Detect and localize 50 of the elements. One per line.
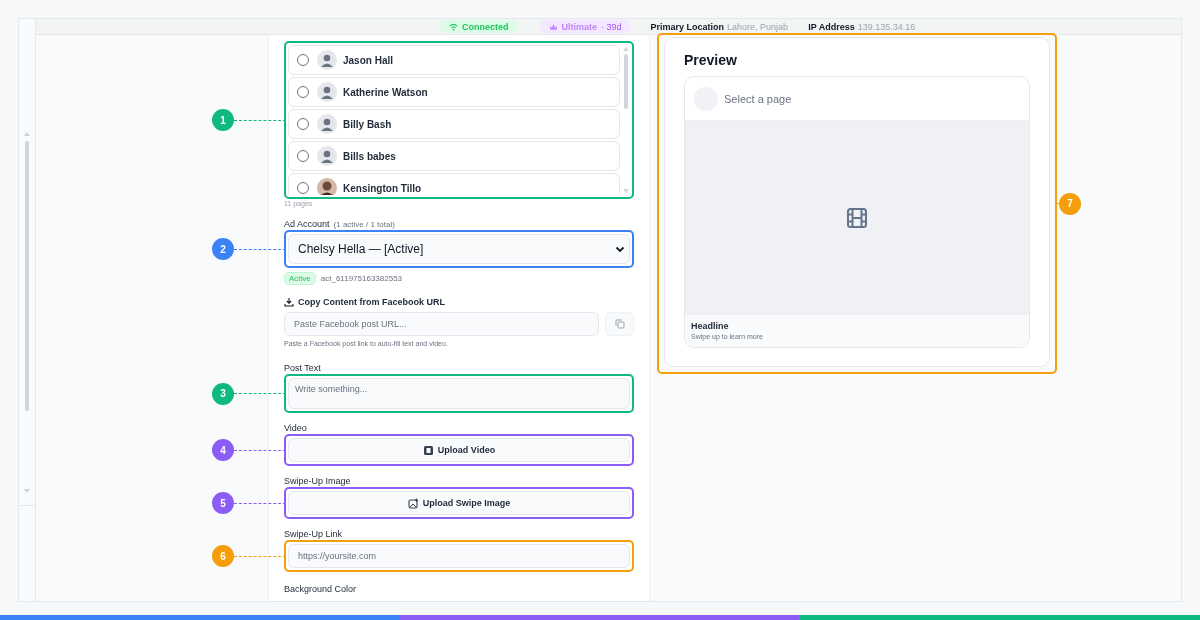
preview-title: Preview (684, 52, 738, 68)
field-note: (1 active / 1 total) (333, 220, 395, 229)
field-label: Video (284, 423, 308, 433)
plan-badge: Ultimate · 39d (539, 20, 631, 33)
link-field[interactable]: https://yoursite.com (288, 544, 630, 568)
film-icon (846, 207, 868, 229)
field-label: Ad Account (284, 219, 330, 229)
info-label: IP Address (808, 21, 855, 32)
page-name: Katherine Watson (343, 86, 428, 98)
page-name: Jason Hall (343, 54, 394, 66)
page-option[interactable]: Kensington Tillo (288, 173, 620, 195)
field-label: Swipe-Up Image (284, 476, 352, 486)
callout-number: 7 (1059, 192, 1081, 215)
download-icon (284, 297, 294, 307)
crown-icon (548, 22, 558, 31)
copy-icon (614, 319, 625, 329)
info-value: 139.135.34.16 (857, 21, 916, 32)
callout-number: 2 (212, 238, 234, 260)
page-option[interactable]: Katherine Watson (288, 77, 620, 107)
field-label: Swipe-Up Link (284, 529, 344, 539)
account-select[interactable]: Chelsy Hella — [Active] (288, 234, 630, 264)
image-plus-icon (407, 497, 419, 509)
caret-icon (615, 245, 625, 253)
callout-number: 6 (212, 545, 234, 567)
wifi-icon (449, 22, 458, 31)
status-badge: Active (284, 272, 316, 285)
headline: Headline (691, 321, 730, 331)
upload-button[interactable]: Upload Video (288, 438, 630, 462)
callout-number: 3 (212, 382, 234, 405)
callout-number: 5 (212, 492, 234, 514)
account-id: act_611975163382553 (320, 274, 403, 283)
callout-number: 1 (212, 109, 234, 131)
upload-button[interactable]: Upload Swipe Image (288, 491, 630, 515)
page-option[interactable]: Billy Bash (288, 109, 620, 139)
page-name: Billy Bash (343, 118, 392, 130)
page-option[interactable]: Bills babes (288, 141, 620, 171)
status-badge: Connected (440, 20, 518, 33)
info-value: Lahore, Punjab (727, 21, 789, 32)
field-label: Copy Content from Facebook URL (298, 297, 445, 307)
url-field[interactable]: Paste Facebook post URL... (284, 312, 599, 336)
film-icon (422, 444, 434, 456)
field-label: Background Color (284, 584, 358, 594)
field-label: Post Text (284, 363, 322, 373)
page-option[interactable]: Jason Hall (288, 45, 620, 75)
page-placeholder: Select a page (724, 92, 792, 105)
page-name: Kensington Tillo (343, 182, 422, 194)
page-name: Bills babes (343, 150, 396, 162)
info-label: Primary Location (650, 21, 725, 32)
post-text-field[interactable]: Write something... (288, 378, 630, 409)
callout-number: 4 (212, 439, 234, 461)
